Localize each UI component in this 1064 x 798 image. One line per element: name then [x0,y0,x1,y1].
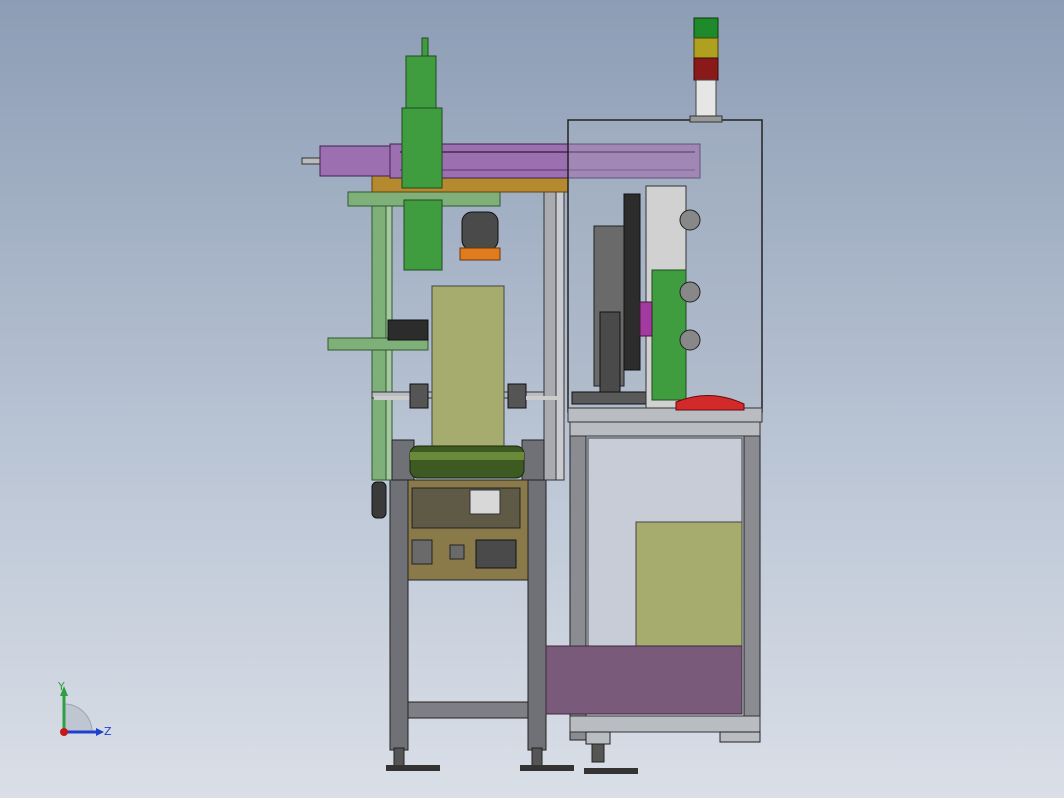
conveyor-drum [391,439,545,481]
machine-drawing: Y Z [57,17,763,774]
cad-viewport[interactable]: Y Z [0,0,1064,798]
conveyor-stand [371,469,574,771]
signal-tower [689,17,723,123]
triad-y-label: Y [57,680,65,693]
vertical-motor [401,37,443,271]
gripper-head [459,211,501,261]
x-axis-point [60,728,68,736]
product-panel [431,285,505,447]
coordinate-triad: Y Z [57,680,112,738]
triad-z-label: Z [104,725,112,738]
